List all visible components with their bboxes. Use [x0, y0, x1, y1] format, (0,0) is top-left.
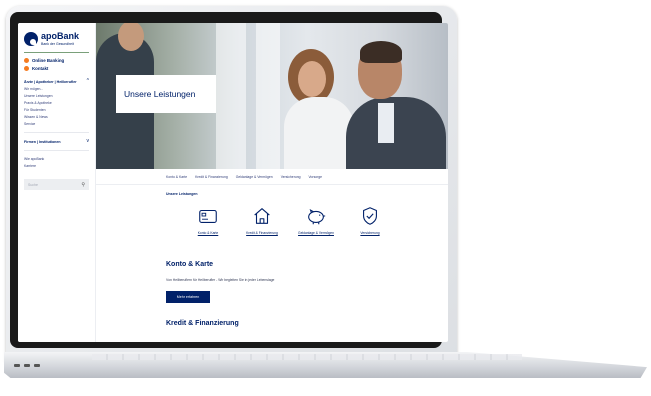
sidebar-section-firmen[interactable]: Firmen | Institutionen v — [24, 139, 89, 144]
subnav-versicherung[interactable]: Versicherung — [281, 175, 301, 179]
screen: apoBank Bank der Gesundheit Online Banki… — [18, 23, 448, 342]
sub-navigation: Konto & Karte Kredit & Finanzierung Geld… — [96, 169, 448, 185]
category-konto-karte[interactable]: Konto & Karte — [188, 205, 228, 235]
category-label: Konto & Karte — [197, 231, 219, 235]
category-label: Geldanlage & Vermögen — [298, 231, 334, 235]
sidebar-section-heilberufler[interactable]: Ärzte | Apotheker | Heilberufler ^ — [24, 79, 89, 84]
sidebar-section-label: Firmen | Institutionen — [24, 139, 61, 144]
hero-person-right-shirt — [378, 103, 394, 143]
category-list: Konto & Karte Kredit & Finanzierung Geld… — [188, 205, 390, 235]
section-title-kredit-finanzierung: Kredit & Finanzierung — [166, 320, 239, 327]
subnav-vorsorge[interactable]: Vorsorge — [308, 175, 322, 179]
sidebar-item-unsere-leistungen[interactable]: Unsere Leistungen — [24, 94, 89, 98]
chevron-down-icon: v — [86, 138, 90, 144]
subnav-geldanlage-vermoegen[interactable]: Geldanlage & Vermögen — [236, 175, 273, 179]
subnav-konto-karte[interactable]: Konto & Karte — [166, 175, 187, 179]
house-icon — [254, 208, 270, 224]
apobank-logo-icon — [24, 32, 38, 46]
hero-person-middle-face — [298, 61, 326, 97]
subnav-kredit-finanzierung[interactable]: Kredit & Finanzierung — [195, 175, 228, 179]
arrow-circle-icon — [24, 58, 29, 63]
logo-divider — [24, 52, 89, 53]
hero-window — [216, 23, 246, 169]
category-label: Kredit & Finanzierung — [246, 231, 278, 235]
hero-title: Unsere Leistungen — [124, 89, 196, 99]
hero-window — [256, 23, 280, 169]
hero-person-right-hair — [360, 41, 402, 63]
laptop-ports — [14, 364, 40, 367]
sidebar-link-label: Online Banking — [32, 58, 65, 63]
sidebar-divider — [24, 132, 89, 133]
hero-person-right-suit — [346, 97, 446, 169]
hero-title-card: Unsere Leistungen — [116, 75, 216, 113]
sidebar-link-kontakt[interactable]: Kontakt — [24, 66, 89, 71]
sidebar-item-wissen-news[interactable]: Wissen & News — [24, 115, 89, 119]
hero-banner: Unsere Leistungen — [96, 23, 448, 169]
brand-name: apoBank — [41, 31, 80, 41]
brand-logo[interactable]: apoBank Bank der Gesundheit — [24, 31, 89, 46]
main-content: Unsere Leistungen Konto & Karte Kredit &… — [96, 185, 448, 342]
search-icon[interactable]: ⚲ — [81, 182, 85, 188]
sidebar: apoBank Bank der Gesundheit Online Banki… — [18, 23, 96, 342]
keyboard-strip — [92, 354, 522, 360]
mehr-erfahren-button[interactable]: Mehr erfahren — [166, 291, 210, 303]
shield-check-icon — [363, 207, 377, 225]
sidebar-section-label: Ärzte | Apotheker | Heilberufler — [24, 79, 77, 84]
category-label: Versicherung — [360, 231, 380, 235]
arrow-circle-icon — [24, 66, 29, 71]
sidebar-item-praxis-apotheke[interactable]: Praxis & Apotheke — [24, 101, 89, 105]
sidebar-item-wie-apobank[interactable]: Wie apoBank — [24, 157, 89, 161]
card-icon — [199, 209, 217, 223]
category-kredit-finanzierung[interactable]: Kredit & Finanzierung — [242, 205, 282, 235]
sidebar-divider — [24, 150, 89, 151]
piggy-bank-icon — [308, 208, 326, 225]
button-label: Mehr erfahren — [176, 295, 200, 299]
sidebar-item-wir-moegen[interactable]: Wir mögen... — [24, 87, 89, 91]
sidebar-link-online-banking[interactable]: Online Banking — [24, 58, 89, 63]
sidebar-link-label: Kontakt — [32, 66, 49, 71]
search-placeholder: Suche — [28, 182, 38, 187]
search-input[interactable]: Suche ⚲ — [24, 179, 89, 190]
sidebar-item-karriere[interactable]: Karriere — [24, 164, 89, 168]
section-text-konto-karte: Von Heilberuflern für Heilberufler - Wir… — [166, 278, 275, 282]
sidebar-item-studenten[interactable]: Für Studenten — [24, 108, 89, 112]
category-versicherung[interactable]: Versicherung — [350, 205, 390, 235]
section-title-konto-karte: Konto & Karte — [166, 261, 214, 268]
hero-person-middle-coat — [284, 97, 354, 169]
chevron-up-icon: ^ — [86, 78, 89, 84]
brand-tagline: Bank der Gesundheit — [41, 42, 74, 46]
breadcrumb: Unsere Leistungen — [166, 192, 198, 196]
sidebar-item-service[interactable]: Service — [24, 122, 89, 126]
category-geldanlage-vermoegen[interactable]: Geldanlage & Vermögen — [296, 205, 336, 235]
